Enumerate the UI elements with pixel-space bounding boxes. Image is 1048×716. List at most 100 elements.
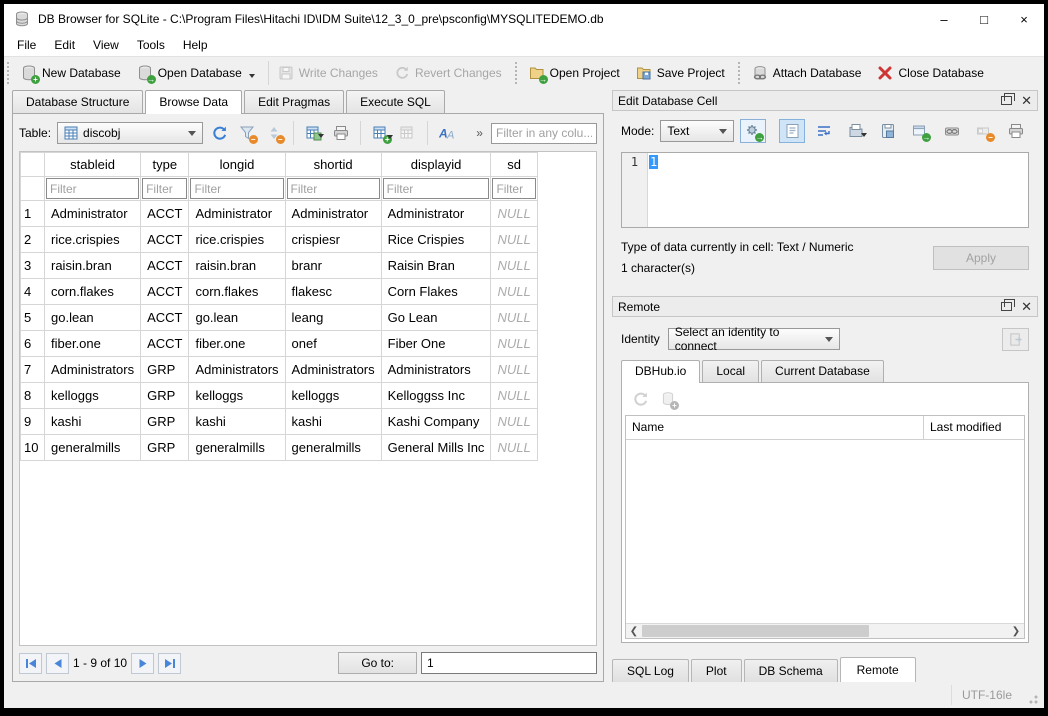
resize-grip[interactable] bbox=[1028, 694, 1038, 704]
column-header-stableid[interactable]: stableid bbox=[45, 153, 141, 177]
grid-cell[interactable]: branr bbox=[285, 253, 381, 279]
new-database-button[interactable]: + New Database bbox=[15, 59, 131, 87]
save-results-button[interactable] bbox=[303, 122, 324, 144]
grid-cell[interactable]: NULL bbox=[491, 357, 537, 383]
grid-cell[interactable]: Rice Crispies bbox=[381, 227, 491, 253]
grid-cell[interactable]: GRP bbox=[141, 383, 189, 409]
row-number[interactable]: 6 bbox=[21, 331, 45, 357]
row-number[interactable]: 1 bbox=[21, 201, 45, 227]
grid-cell[interactable]: leang bbox=[285, 305, 381, 331]
copy-link-button[interactable] bbox=[939, 119, 965, 143]
grid-cell[interactable]: Kashi Company bbox=[381, 409, 491, 435]
grid-cell[interactable]: go.lean bbox=[45, 305, 141, 331]
grid-cell[interactable]: Administrators bbox=[189, 357, 285, 383]
grid-cell[interactable]: Corn Flakes bbox=[381, 279, 491, 305]
grid-cell[interactable]: GRP bbox=[141, 357, 189, 383]
scroll-left-arrow[interactable]: ❮ bbox=[626, 624, 642, 639]
grid-cell[interactable]: corn.flakes bbox=[45, 279, 141, 305]
grid-cell[interactable]: raisin.bran bbox=[45, 253, 141, 279]
open-database-button[interactable]: → Open Database bbox=[131, 59, 265, 87]
print-cell-button[interactable] bbox=[1003, 119, 1029, 143]
print-button[interactable] bbox=[330, 122, 351, 144]
column-header-last-modified[interactable]: Last modified bbox=[924, 416, 1024, 439]
menu-tools[interactable]: Tools bbox=[128, 35, 174, 56]
font-button[interactable]: AA bbox=[437, 122, 458, 144]
grid-cell[interactable]: ACCT bbox=[141, 279, 189, 305]
dock-tab-plot[interactable]: Plot bbox=[691, 659, 742, 682]
grid-cell[interactable]: kelloggs bbox=[189, 383, 285, 409]
grid-cell[interactable]: flakesc bbox=[285, 279, 381, 305]
grid-cell[interactable]: Administrators bbox=[381, 357, 491, 383]
toolbar-overflow-chevron[interactable]: » bbox=[476, 126, 483, 140]
grid-cell[interactable]: rice.crispies bbox=[189, 227, 285, 253]
grid-cell[interactable]: Go Lean bbox=[381, 305, 491, 331]
scrollbar-track[interactable] bbox=[642, 624, 1008, 639]
row-number[interactable]: 9 bbox=[21, 409, 45, 435]
grid-cell[interactable]: raisin.bran bbox=[189, 253, 285, 279]
filter-input-type[interactable] bbox=[142, 178, 187, 199]
toolbar-handle[interactable] bbox=[7, 62, 12, 84]
word-wrap-button[interactable] bbox=[811, 119, 837, 143]
menu-view[interactable]: View bbox=[84, 35, 128, 56]
minimize-button[interactable]: – bbox=[924, 6, 964, 32]
menu-file[interactable]: File bbox=[8, 35, 45, 56]
float-dock-icon[interactable] bbox=[1001, 96, 1012, 105]
close-dock-icon[interactable]: ✕ bbox=[1021, 299, 1032, 315]
tab-dbhub[interactable]: DBHub.io bbox=[621, 360, 700, 383]
grid-cell[interactable]: NULL bbox=[491, 409, 537, 435]
table-select[interactable]: discobj bbox=[57, 122, 203, 144]
save-project-button[interactable]: Save Project bbox=[630, 59, 735, 87]
open-in-external-button[interactable]: → bbox=[907, 119, 933, 143]
grid-cell[interactable]: ACCT bbox=[141, 201, 189, 227]
menu-help[interactable]: Help bbox=[174, 35, 217, 56]
column-header-displayid[interactable]: displayid bbox=[381, 153, 491, 177]
tab-edit-pragmas[interactable]: Edit Pragmas bbox=[244, 90, 344, 113]
refresh-button[interactable] bbox=[209, 122, 230, 144]
tab-browse-data[interactable]: Browse Data bbox=[145, 90, 242, 114]
column-header-type[interactable]: type bbox=[141, 153, 189, 177]
grid-cell[interactable]: ACCT bbox=[141, 331, 189, 357]
grid-cell[interactable]: kelloggs bbox=[45, 383, 141, 409]
filter-any-column-input[interactable] bbox=[491, 123, 597, 144]
import-data-button[interactable] bbox=[843, 119, 869, 143]
grid-cell[interactable]: generalmills bbox=[285, 435, 381, 461]
horizontal-scrollbar[interactable]: ❮ ❯ bbox=[626, 623, 1024, 638]
goto-input[interactable] bbox=[421, 652, 597, 674]
edit-cell-dock-header[interactable]: Edit Database Cell ✕ bbox=[612, 90, 1038, 111]
clear-sorting-button[interactable]: − bbox=[263, 122, 284, 144]
editor-text[interactable]: 1 bbox=[648, 153, 1028, 227]
open-database-dropdown-arrow[interactable] bbox=[249, 74, 255, 81]
grid-cell[interactable]: generalmills bbox=[45, 435, 141, 461]
row-number[interactable]: 3 bbox=[21, 253, 45, 279]
grid-cell[interactable]: fiber.one bbox=[189, 331, 285, 357]
grid-cell[interactable]: GRP bbox=[141, 435, 189, 461]
close-button[interactable]: × bbox=[1004, 6, 1044, 32]
insert-record-button[interactable]: + bbox=[370, 122, 391, 144]
clear-filters-button[interactable]: − bbox=[236, 122, 257, 144]
grid-cell[interactable]: Administrator bbox=[45, 201, 141, 227]
scroll-right-arrow[interactable]: ❯ bbox=[1008, 624, 1024, 639]
column-header-longid[interactable]: longid bbox=[189, 153, 285, 177]
maximize-button[interactable]: □ bbox=[964, 6, 1004, 32]
tab-database-structure[interactable]: Database Structure bbox=[12, 90, 143, 113]
filter-input-stableid[interactable] bbox=[46, 178, 139, 199]
dock-tab-sql-log[interactable]: SQL Log bbox=[612, 659, 689, 682]
filter-input-shortid[interactable] bbox=[287, 178, 380, 199]
row-number[interactable]: 4 bbox=[21, 279, 45, 305]
text-mode-button[interactable] bbox=[779, 119, 805, 143]
grid-cell[interactable]: Raisin Bran bbox=[381, 253, 491, 279]
grid-cell[interactable]: NULL bbox=[491, 279, 537, 305]
tab-local[interactable]: Local bbox=[702, 360, 759, 382]
first-record-button[interactable] bbox=[19, 653, 42, 674]
remote-dock-header[interactable]: Remote ✕ bbox=[612, 296, 1038, 317]
close-dock-icon[interactable]: ✕ bbox=[1021, 93, 1032, 109]
attach-database-button[interactable]: Attach Database bbox=[746, 59, 872, 87]
grid-cell[interactable]: kelloggs bbox=[285, 383, 381, 409]
menu-edit[interactable]: Edit bbox=[45, 35, 84, 56]
row-number[interactable]: 2 bbox=[21, 227, 45, 253]
scrollbar-thumb[interactable] bbox=[642, 625, 869, 637]
column-header-shortid[interactable]: shortid bbox=[285, 153, 381, 177]
grid-cell[interactable]: rice.crispies bbox=[45, 227, 141, 253]
auto-switch-mode-button[interactable]: → bbox=[740, 119, 766, 143]
row-number[interactable]: 5 bbox=[21, 305, 45, 331]
